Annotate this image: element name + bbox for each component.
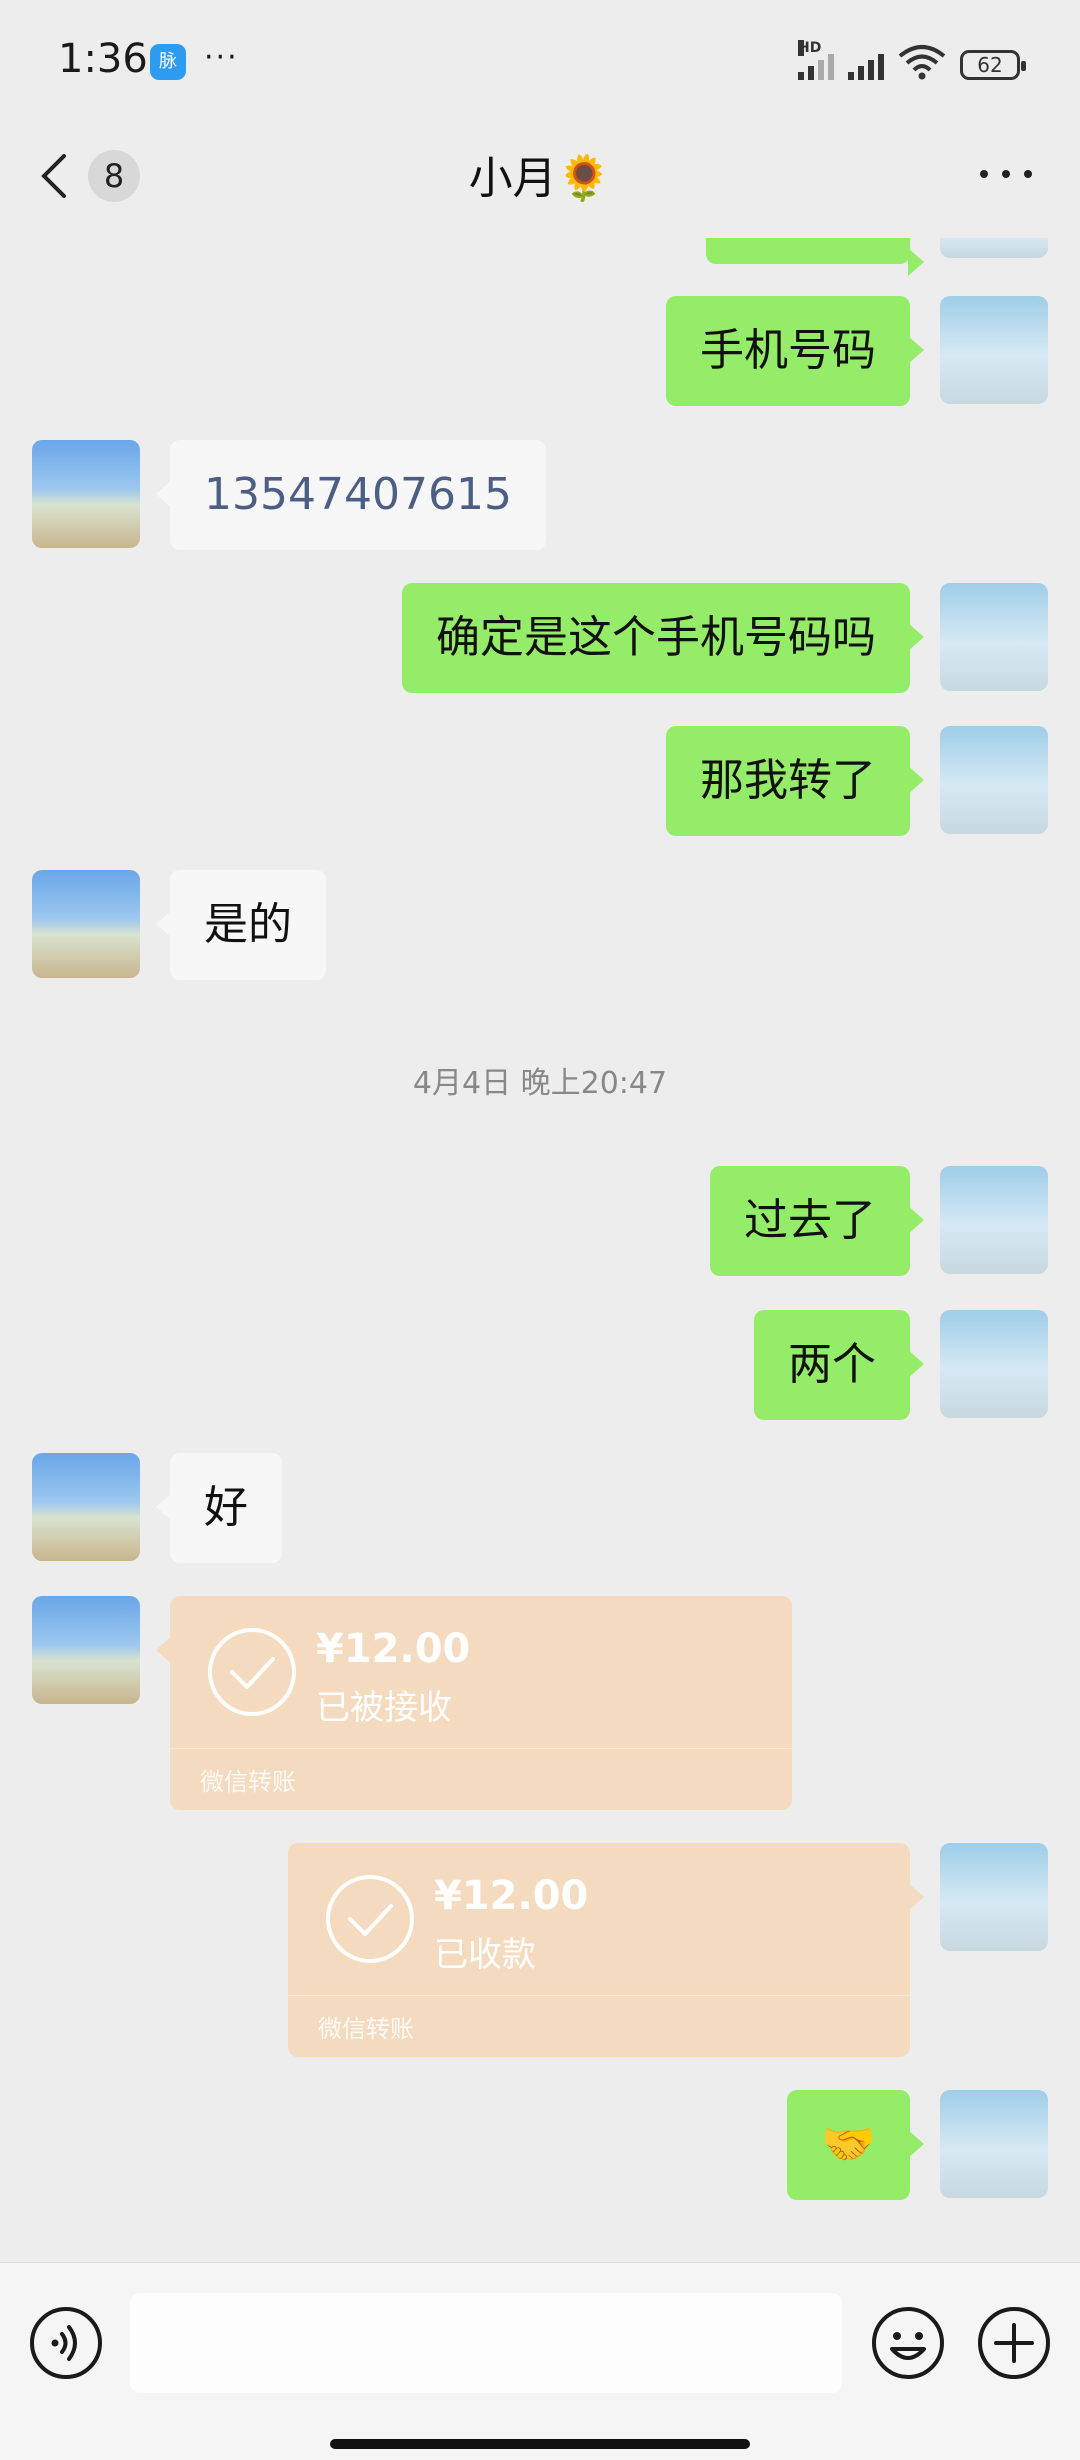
handshake-emoji-message[interactable]: 🤝 xyxy=(787,2090,924,2200)
emoji-icon[interactable] xyxy=(870,2305,946,2381)
chat-title: 小月🌻 xyxy=(468,153,612,204)
message-bubble[interactable]: 两个 xyxy=(754,1310,924,1420)
transfer-amount: ¥12.00 xyxy=(316,1626,471,1672)
message-row: 13547407615 xyxy=(0,440,1080,550)
transfer-divider xyxy=(170,1748,792,1749)
voice-icon[interactable] xyxy=(28,2305,104,2381)
transfer-divider xyxy=(288,1995,910,1996)
my-avatar[interactable] xyxy=(940,296,1048,404)
message-row: 手机号码 xyxy=(0,296,1080,406)
message-bubble[interactable]: 好 xyxy=(156,1453,282,1563)
message-bubble[interactable]: 确定是这个手机号码吗 xyxy=(402,583,924,693)
my-avatar[interactable] xyxy=(940,1166,1048,1274)
phone-number-link[interactable]: 13547407615 xyxy=(156,440,546,550)
message-list[interactable]: 手机号码 13547407615 确定是这个手机号码吗 那我转了 是的 4月4日… xyxy=(0,238,1080,2258)
message-row: 那我转了 xyxy=(0,726,1080,836)
transfer-status: 已收款 xyxy=(434,1935,536,1975)
my-avatar[interactable] xyxy=(940,238,1048,258)
more-notifications-icon: ··· xyxy=(204,40,239,75)
home-indicator[interactable] xyxy=(330,2439,750,2449)
transfer-card[interactable]: ¥12.00 已收款 微信转账 xyxy=(288,1843,924,2057)
contact-avatar[interactable] xyxy=(32,440,140,548)
transfer-amount: ¥12.00 xyxy=(434,1873,589,1919)
message-row: ¥12.00 已被接收 微信转账 xyxy=(0,1596,1080,1812)
message-row: 是的 xyxy=(0,870,1080,980)
message-bubble[interactable]: 过去了 xyxy=(710,1166,924,1276)
signal-icon xyxy=(848,48,884,80)
plus-icon[interactable] xyxy=(976,2305,1052,2381)
signal-hd-icon: HD xyxy=(798,40,834,80)
message-bubble[interactable]: 那我转了 xyxy=(666,726,924,836)
message-row: 好 xyxy=(0,1453,1080,1563)
battery-icon: 62 xyxy=(960,50,1026,80)
chat-header: 8 小月🌻 xyxy=(0,120,1080,238)
message-row: ¥12.00 已收款 微信转账 xyxy=(0,1843,1080,2059)
wifi-icon xyxy=(898,45,946,80)
my-avatar[interactable] xyxy=(940,726,1048,834)
my-avatar[interactable] xyxy=(940,1310,1048,1418)
input-bar xyxy=(0,2262,1080,2460)
my-avatar[interactable] xyxy=(940,2090,1048,2198)
status-time: 1:36 xyxy=(58,36,148,82)
message-timestamp: 4月4日 晚上20:47 xyxy=(412,1066,668,1101)
contact-avatar[interactable] xyxy=(32,1453,140,1561)
my-avatar[interactable] xyxy=(940,1843,1048,1951)
status-bar: 1:36 脉 ··· HD 62 xyxy=(0,0,1080,120)
status-icons: HD 62 xyxy=(798,40,1026,80)
message-bubble[interactable]: 手机号码 xyxy=(666,296,924,406)
message-row: 🤝 xyxy=(0,2090,1080,2200)
message-row: 确定是这个手机号码吗 xyxy=(0,583,1080,693)
hd-label: HD xyxy=(798,40,822,56)
message-input[interactable] xyxy=(130,2293,842,2393)
partial-message-row xyxy=(0,238,1080,276)
message-row: 过去了 xyxy=(0,1166,1080,1276)
transfer-status: 已被接收 xyxy=(316,1688,452,1728)
check-circle-icon xyxy=(208,1628,296,1716)
contact-avatar[interactable] xyxy=(32,870,140,978)
message-bubble[interactable]: 是的 xyxy=(156,870,326,980)
transfer-label: 微信转账 xyxy=(318,2015,414,2043)
check-circle-icon xyxy=(326,1875,414,1963)
my-avatar[interactable] xyxy=(940,583,1048,691)
transfer-card[interactable]: ¥12.00 已被接收 微信转账 xyxy=(156,1596,792,1810)
contact-avatar[interactable] xyxy=(32,1596,140,1704)
transfer-label: 微信转账 xyxy=(200,1768,296,1796)
message-row: 两个 xyxy=(0,1310,1080,1420)
more-options-button[interactable] xyxy=(980,160,1032,184)
message-bubble-partial[interactable] xyxy=(706,238,924,276)
app-notification-icon: 脉 xyxy=(150,44,186,80)
